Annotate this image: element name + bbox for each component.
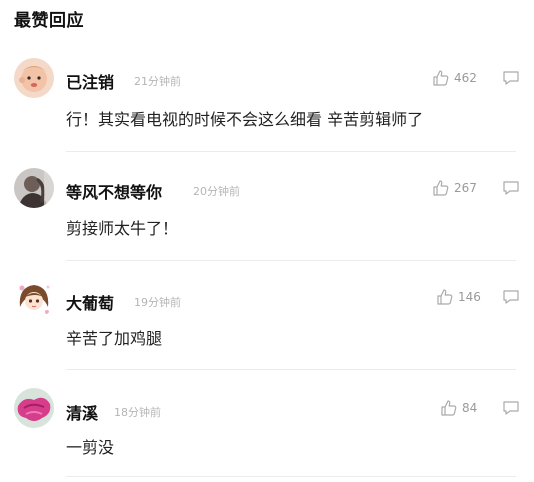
reply-button[interactable] — [502, 400, 520, 416]
avatar[interactable] — [14, 388, 54, 428]
timestamp: 20分钟前 — [193, 185, 240, 198]
comment-text: 辛苦了加鸡腿 — [66, 329, 163, 348]
comment-text: 一剪没 — [66, 438, 115, 457]
comment-bubble-icon — [503, 290, 519, 304]
like-button[interactable]: 267 — [432, 179, 477, 197]
thumbs-up-icon — [437, 289, 453, 305]
timestamp: 19分钟前 — [134, 296, 181, 309]
timestamp: 18分钟前 — [114, 406, 161, 419]
comment-bubble-icon — [503, 181, 519, 195]
divider — [66, 151, 516, 152]
divider — [66, 476, 516, 477]
comment-text: 行！其实看电视的时候不会这么细看 辛苦剪辑师了 — [66, 110, 424, 129]
divider — [66, 369, 516, 370]
portrait-avatar-icon — [14, 168, 54, 208]
reply-button[interactable] — [502, 289, 520, 305]
comment-item: 已注销 21分钟前 462 行！其实看电视的时候不会这么细看 辛苦剪辑师了 — [0, 58, 534, 158]
section-title: 最赞回应 — [14, 11, 84, 31]
comment-item: 等风不想等你 20分钟前 267 剪接师太牛了！ — [0, 168, 534, 268]
like-count: 267 — [454, 181, 477, 195]
baby-avatar-icon — [14, 58, 54, 98]
like-count: 462 — [454, 71, 477, 85]
like-button[interactable]: 84 — [440, 399, 477, 417]
avatar[interactable] — [14, 279, 54, 319]
like-button[interactable]: 462 — [432, 69, 477, 87]
reply-button[interactable] — [502, 70, 520, 86]
thumbs-up-icon — [433, 180, 449, 196]
comment-text: 剪接师太牛了！ — [66, 219, 179, 238]
like-button[interactable]: 146 — [436, 288, 481, 306]
comment-item: 大葡萄 19分钟前 146 辛苦了加鸡腿 — [0, 279, 534, 379]
thumbs-up-icon — [433, 70, 449, 86]
reply-button[interactable] — [502, 180, 520, 196]
username[interactable]: 已注销 — [66, 69, 114, 93]
timestamp: 21分钟前 — [134, 75, 181, 88]
username[interactable]: 清溪 — [66, 400, 98, 424]
comment-bubble-icon — [503, 71, 519, 85]
pink-flower-avatar-icon — [14, 388, 54, 428]
comment-bubble-icon — [503, 401, 519, 415]
like-count: 84 — [462, 401, 478, 415]
divider — [66, 260, 516, 261]
like-count: 146 — [458, 290, 481, 304]
anime-girl-avatar-icon — [14, 279, 54, 319]
username[interactable]: 大葡萄 — [66, 290, 114, 314]
comment-item: 清溪 18分钟前 84 一剪没 — [0, 388, 534, 482]
username[interactable]: 等风不想等你 — [66, 179, 162, 203]
avatar[interactable] — [14, 58, 54, 98]
thumbs-up-icon — [441, 400, 457, 416]
avatar[interactable] — [14, 168, 54, 208]
comments-page: 最赞回应 已注销 21分钟前 462 行！其实看电视的时候不会这么细看 辛苦剪辑… — [0, 0, 534, 482]
